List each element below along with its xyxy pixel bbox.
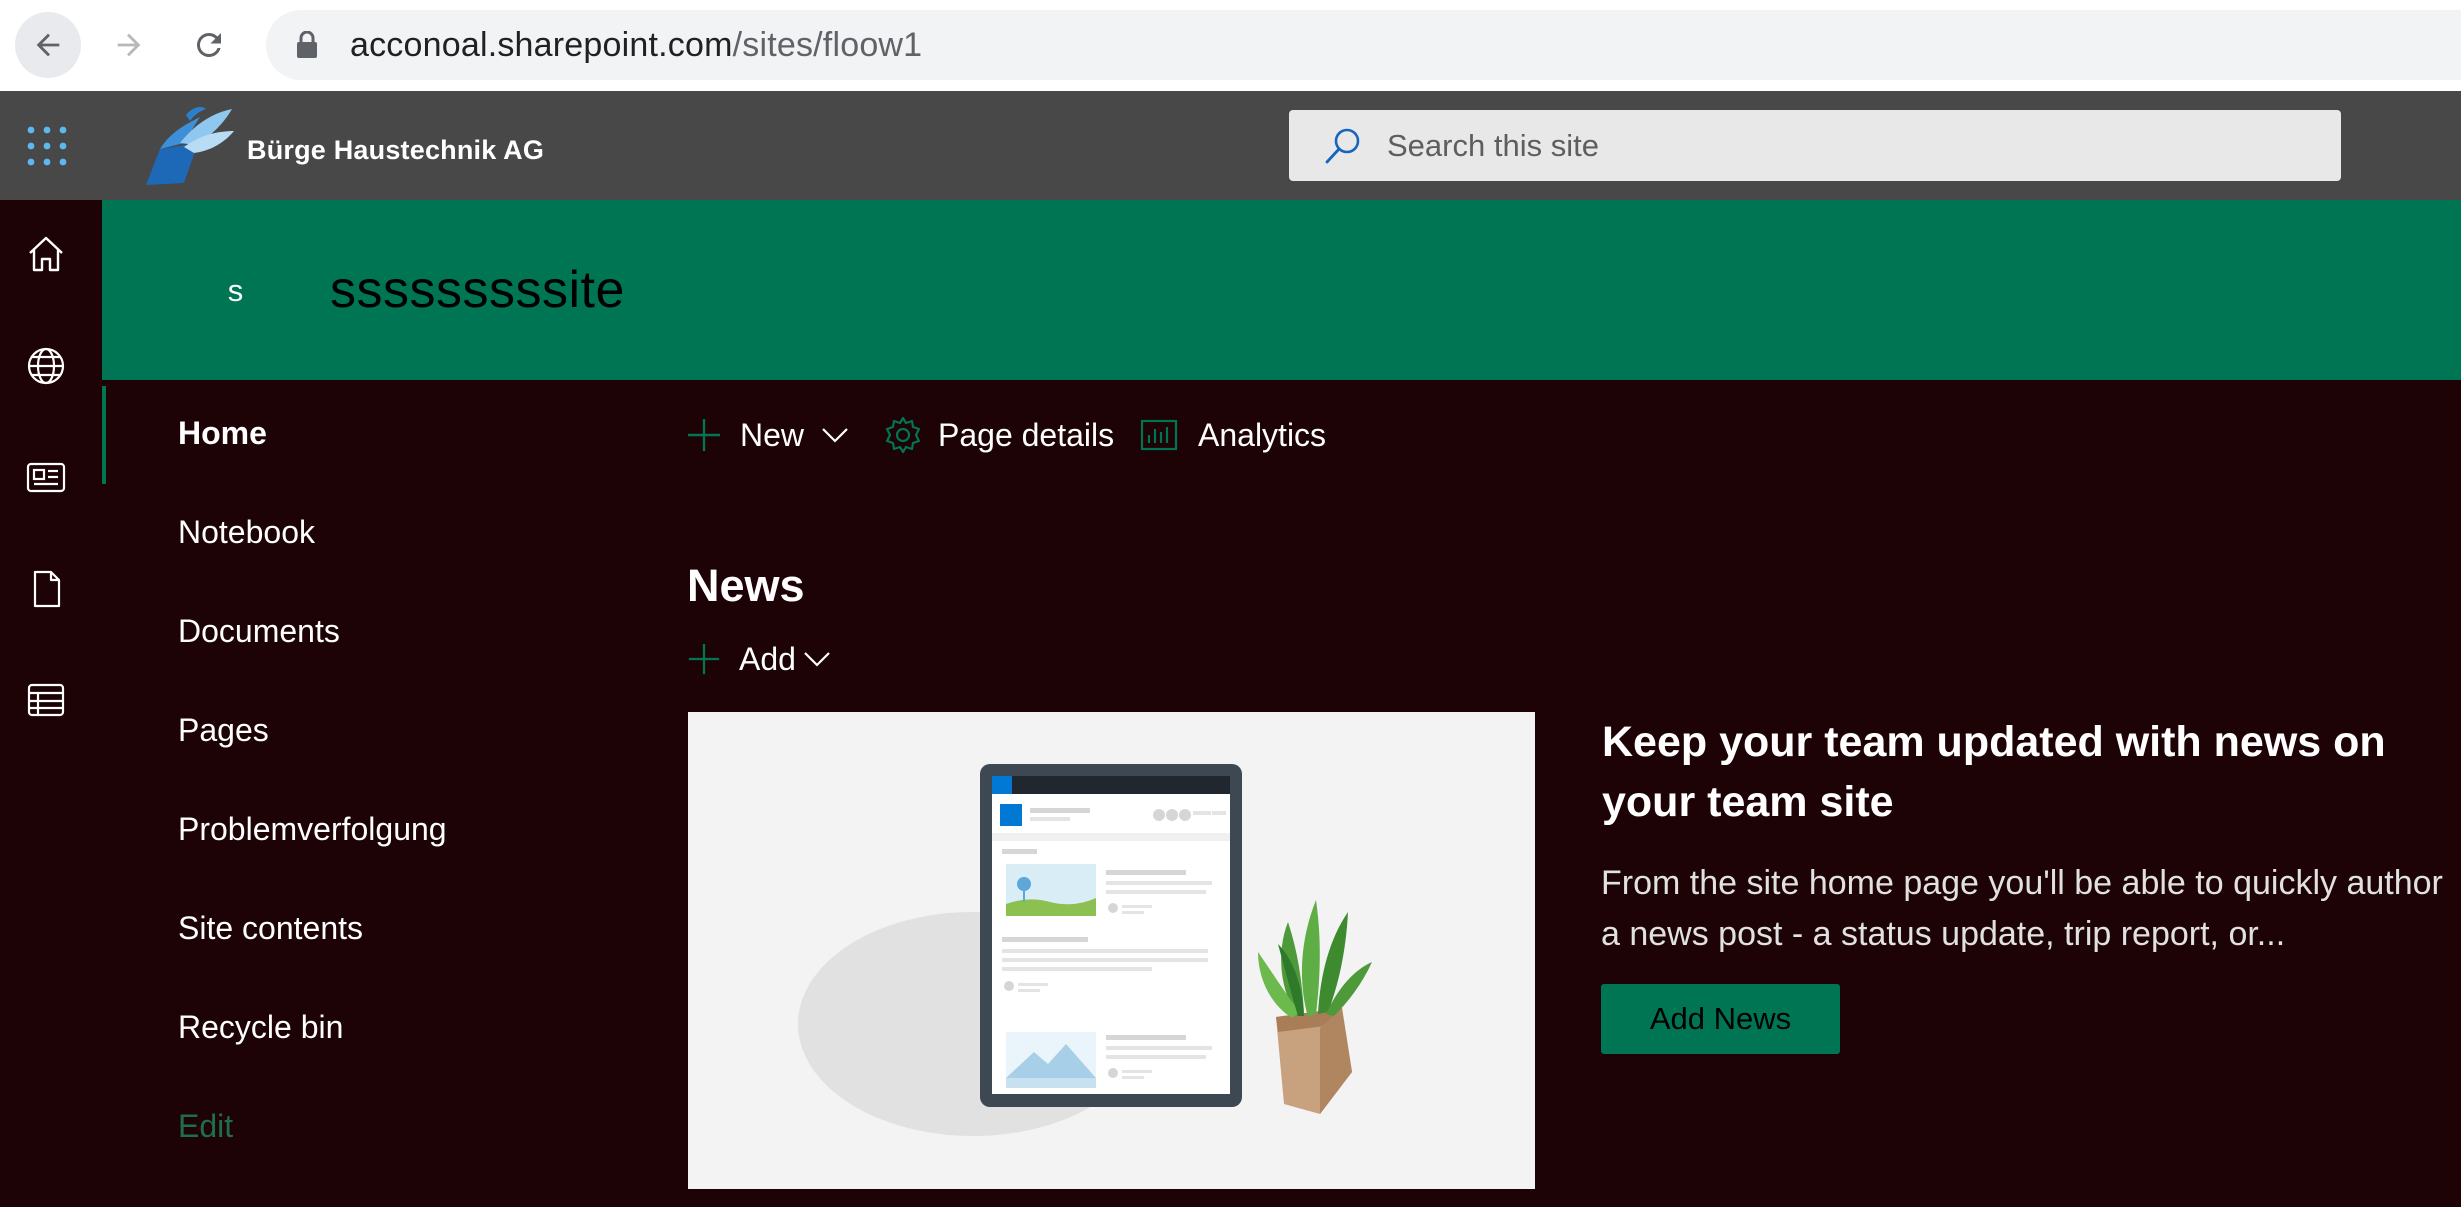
url-path: /sites/floow1 <box>732 25 923 64</box>
suite-bar: Bürge Haustechnik AG <box>0 91 2461 200</box>
search-icon <box>1325 128 1360 163</box>
arrow-left-icon <box>36 33 60 57</box>
nav-item-problemverfolgung[interactable]: Problemverfolgung <box>178 811 447 848</box>
nav-item-recycle-bin[interactable]: Recycle bin <box>178 1009 343 1046</box>
analytics-button[interactable]: Analytics <box>1140 410 1326 460</box>
lock-icon <box>296 27 326 63</box>
page-details-button[interactable]: Page details <box>884 410 1114 460</box>
news-illustration <box>688 712 1535 1189</box>
site-header: s sssssssssite <box>102 200 2461 380</box>
analytics-icon <box>1140 419 1178 451</box>
reload-icon <box>196 32 221 57</box>
page-details-label: Page details <box>938 416 1115 453</box>
news-headline: Keep your team updated with news on your… <box>1602 718 2386 826</box>
new-command-label: New <box>740 416 805 453</box>
search-box[interactable] <box>1289 110 2341 181</box>
news-body-text: From the site home page you'll be able t… <box>1601 864 2443 953</box>
nav-item-documents[interactable]: Documents <box>178 613 340 650</box>
brand-name[interactable]: Bürge Haustechnik AG <box>247 135 544 166</box>
news-icon[interactable] <box>25 456 67 498</box>
back-button[interactable] <box>15 12 81 78</box>
nav-item-pages[interactable]: Pages <box>178 712 269 749</box>
forward-button[interactable] <box>96 12 162 78</box>
search-input[interactable] <box>1385 126 2289 165</box>
nav-edit-link[interactable]: Edit <box>178 1108 233 1145</box>
news-section-title: News <box>687 560 805 611</box>
globe-icon[interactable] <box>25 345 67 387</box>
news-add-label: Add <box>739 640 796 677</box>
url-host: acconoal.sharepoint.com <box>350 25 733 64</box>
nav-item-site-contents[interactable]: Site contents <box>178 910 363 947</box>
home-icon[interactable] <box>25 233 67 275</box>
chevron-down-icon <box>804 652 830 667</box>
nav-item-home[interactable]: Home <box>178 415 267 452</box>
plus-icon <box>688 419 720 451</box>
document-icon[interactable] <box>25 568 67 610</box>
site-navigation: Home Notebook Documents Pages Problemver… <box>102 380 662 1207</box>
list-icon[interactable] <box>25 679 67 721</box>
gear-icon <box>885 416 921 454</box>
plus-icon <box>688 643 720 675</box>
address-bar[interactable]: acconoal.sharepoint.com/sites/floow1 <box>266 10 2461 80</box>
app-bar <box>0 200 102 1207</box>
nav-item-notebook[interactable]: Notebook <box>178 514 315 551</box>
nav-active-indicator <box>102 386 106 484</box>
site-title[interactable]: sssssssssite <box>330 260 625 320</box>
url-text: acconoal.sharepoint.com/sites/floow1 <box>350 26 922 65</box>
brand-logo[interactable] <box>140 103 236 191</box>
site-logo[interactable]: s <box>204 259 267 322</box>
news-add-button[interactable]: Add <box>687 636 832 682</box>
analytics-label: Analytics <box>1198 416 1327 453</box>
browser-toolbar: acconoal.sharepoint.com/sites/floow1 <box>0 0 2461 91</box>
reload-button[interactable] <box>176 12 242 78</box>
arrow-right-icon <box>117 33 141 57</box>
new-command-button[interactable]: New <box>686 410 850 460</box>
add-news-button[interactable]: Add News <box>1601 984 1840 1054</box>
chevron-down-icon <box>822 428 848 443</box>
app-launcher-icon[interactable] <box>26 125 68 167</box>
